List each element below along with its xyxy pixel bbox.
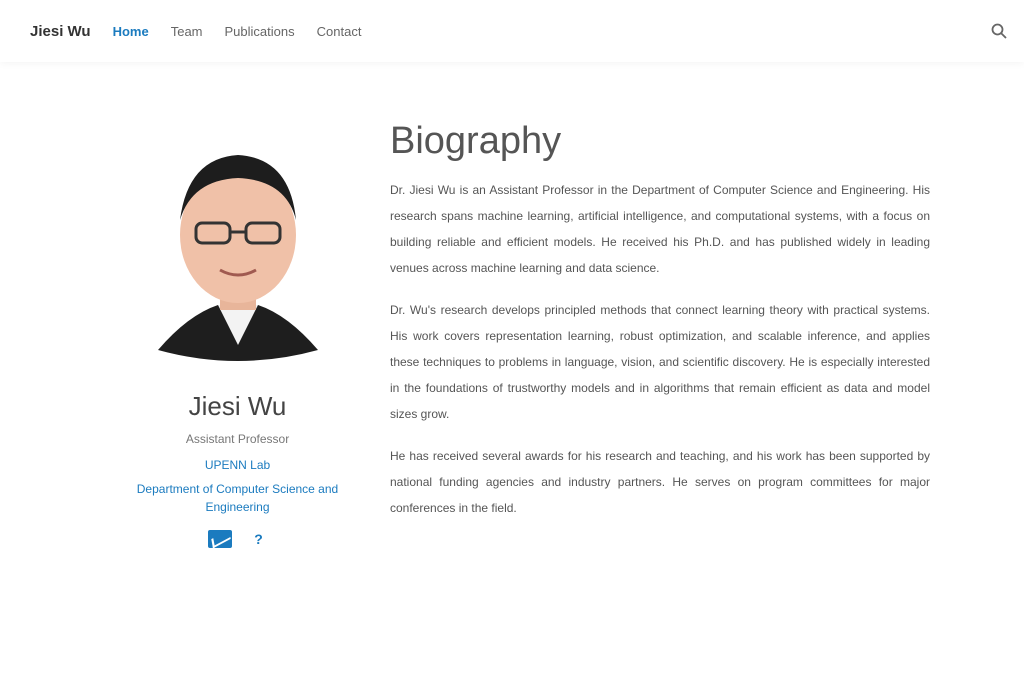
profile-name: Jiesi Wu [188, 391, 287, 421]
contact-icons: ? [125, 530, 350, 548]
nav-link-home[interactable]: Home [113, 24, 149, 39]
biography-paragraph-3: He has received several awards for his r… [390, 449, 930, 515]
site-brand[interactable]: Jiesi Wu [30, 23, 91, 40]
nav-link-team[interactable]: Team [171, 24, 203, 39]
mail-icon[interactable] [207, 530, 232, 548]
avatar [157, 155, 318, 361]
biography-section: Biography Dr. Jiesi Wu is an Assistant P… [390, 120, 930, 537]
search-icon[interactable] [990, 22, 1008, 40]
biography-title: Biography [390, 120, 562, 162]
nav-link-contact[interactable]: Contact [317, 24, 362, 39]
scholar-icon[interactable]: ? [250, 530, 268, 548]
profile-affiliation-link[interactable]: UPENN Lab [125, 458, 350, 472]
biography-paragraph-1: Dr. Jiesi Wu is an Assistant Professor i… [390, 183, 930, 275]
profile-role: Assistant Professor [185, 432, 290, 446]
top-navbar: Jiesi Wu Home Team Publications Contact [0, 0, 1024, 62]
profile-card: Jiesi Wu Assistant Professor UPENN Lab D… [125, 140, 350, 548]
nav-link-publications[interactable]: Publications [225, 24, 295, 39]
nav-links: Home Team Publications Contact [113, 24, 384, 39]
profile-department-link[interactable]: Department of Computer Science and Engin… [125, 480, 350, 516]
biography-paragraph-2: Dr. Wu's research develops principled me… [390, 303, 930, 421]
